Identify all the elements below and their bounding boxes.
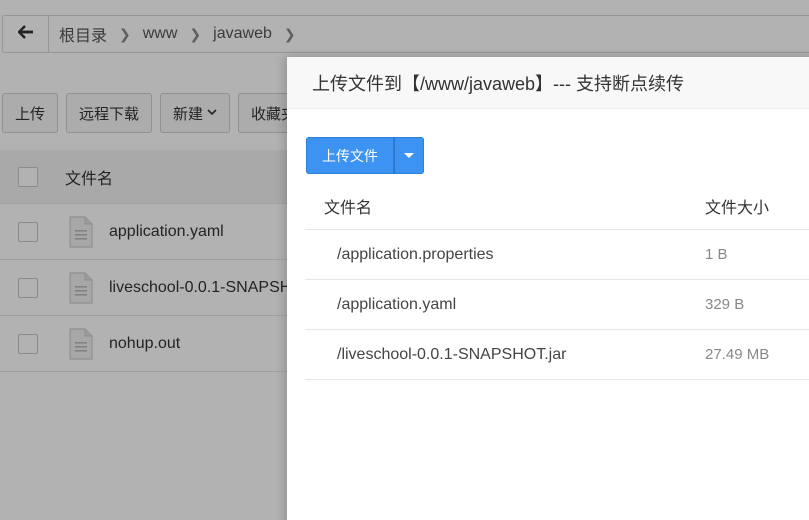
upload-file-name: /application.properties: [337, 245, 494, 263]
list-item: /liveschool-0.0.1-SNAPSHOT.jar 27.49 MB: [305, 330, 809, 380]
dialog-title: 上传文件到【/www/javaweb】--- 支持断点续传: [312, 73, 685, 94]
upload-dialog: 上传文件到【/www/javaweb】--- 支持断点续传 上传文件 文件名 文…: [287, 57, 809, 520]
list-item: /application.properties 1 B: [305, 230, 809, 280]
upload-file-list: 文件名 文件大小 /application.properties 1 B /ap…: [305, 182, 809, 380]
upload-file-size: 1 B: [705, 246, 728, 263]
upload-dropdown-button[interactable]: [394, 137, 424, 174]
upload-button-group: 上传文件: [306, 137, 424, 174]
caret-down-icon: [404, 153, 414, 158]
dialog-header: 上传文件到【/www/javaweb】--- 支持断点续传: [287, 57, 809, 109]
upload-file-name: /liveschool-0.0.1-SNAPSHOT.jar: [337, 345, 567, 363]
name-column-header: 文件名: [324, 199, 373, 217]
size-column-header: 文件大小: [705, 199, 770, 217]
upload-file-name: /application.yaml: [337, 295, 457, 313]
upload-file-size: 27.49 MB: [705, 346, 770, 363]
upload-file-size: 329 B: [705, 296, 745, 313]
upload-list-header: 文件名 文件大小: [305, 182, 809, 230]
list-item: /application.yaml 329 B: [305, 280, 809, 330]
upload-files-button[interactable]: 上传文件: [306, 137, 394, 174]
